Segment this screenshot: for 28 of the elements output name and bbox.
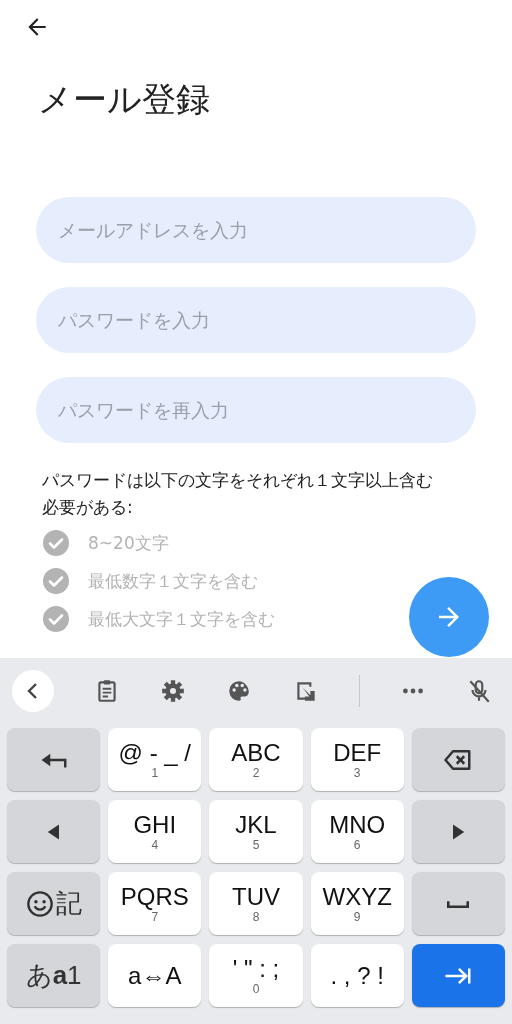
collapse-button[interactable] — [12, 670, 54, 712]
input-field[interactable]: パスワードを入力 — [36, 287, 476, 353]
tab-key[interactable] — [411, 944, 505, 1007]
settings-icon[interactable] — [160, 678, 187, 704]
smiley-icon — [25, 889, 54, 918]
key[interactable]: JKL 5 — [209, 800, 303, 863]
page-title: メール登録 — [38, 78, 211, 121]
requirement-text: 最低数字１文字を含む — [88, 569, 258, 593]
key[interactable]: . , ? ! — [310, 944, 404, 1007]
key[interactable]: @ - _ / 1 — [108, 728, 202, 791]
key[interactable]: TUV 8 — [209, 872, 303, 935]
requirements-text: パスワードは以下の文字をそれぞれ１文字以上含む必要がある: — [42, 469, 434, 519]
input-field[interactable]: パスワードを再入力 — [36, 377, 476, 443]
key[interactable]: GHI 4 — [108, 800, 202, 863]
key[interactable]: MNO 6 — [310, 800, 404, 863]
key[interactable]: a⇔A — [108, 944, 202, 1007]
key[interactable]: PQRS 7 — [108, 872, 202, 935]
key[interactable]: DEF 3 — [310, 728, 404, 791]
key[interactable]: ABC 2 — [209, 728, 303, 791]
input-field[interactable]: メールアドレスを入力 — [36, 197, 476, 263]
requirement-text: 最低大文字１文字を含む — [88, 607, 275, 631]
key[interactable]: WXYZ 9 — [310, 872, 404, 935]
input-mode-key[interactable]: あa1 — [7, 944, 101, 1007]
space-icon — [446, 899, 471, 908]
key[interactable]: ' " : ; 0 — [209, 944, 303, 1007]
requirement-text: 8~20文字 — [88, 531, 169, 555]
backspace-key[interactable] — [411, 728, 505, 791]
symbol-key-label[interactable]: 記 — [55, 886, 82, 921]
